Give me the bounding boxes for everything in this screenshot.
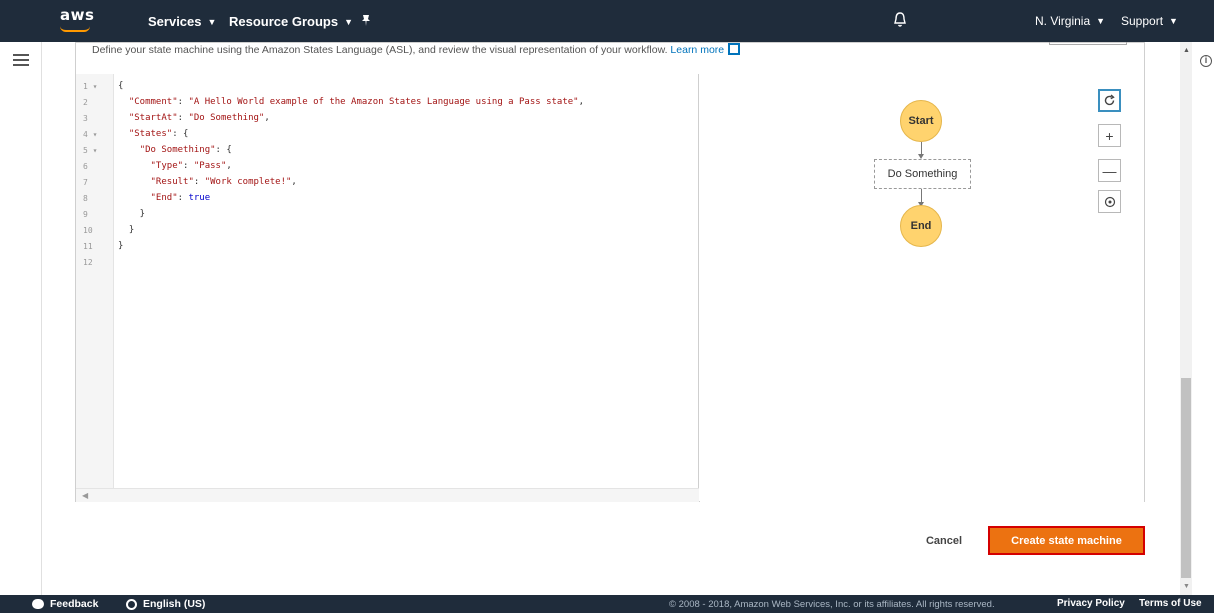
create-state-machine-button[interactable]: Create state machine <box>988 526 1145 555</box>
zoom-out-icon: — <box>1102 162 1117 179</box>
services-label: Services <box>148 14 202 29</box>
code-line: } <box>118 225 135 235</box>
line-number: 6 <box>83 162 88 171</box>
zoom-out-button[interactable]: — <box>1098 159 1121 182</box>
line-number: 10 <box>83 226 93 235</box>
code-line: "Do Something": { <box>139 145 232 155</box>
cancel-button[interactable]: Cancel <box>912 528 976 554</box>
scroll-down-icon[interactable]: ▼ <box>1183 583 1190 590</box>
scrollbar-thumb[interactable] <box>1181 378 1191 578</box>
code-line: "Type": "Pass", <box>150 161 232 171</box>
language-selector[interactable]: English (US) <box>126 598 205 610</box>
left-rail <box>0 42 42 595</box>
terms-of-use-link[interactable]: Terms of Use <box>1139 598 1202 609</box>
code-line: "States": { <box>128 129 189 139</box>
support-label: Support <box>1121 14 1164 28</box>
description-text: Define your state machine using the Amaz… <box>92 44 668 56</box>
bell-icon[interactable] <box>891 11 909 29</box>
top-navigation-bar: aws Services ▼ Resource Groups ▼ N. Virg… <box>0 0 1214 42</box>
line-number: 8 <box>83 194 88 203</box>
external-link-icon <box>728 43 741 55</box>
zoom-in-icon: + <box>1105 127 1114 144</box>
privacy-policy-link[interactable]: Privacy Policy <box>1057 598 1125 609</box>
page-scrollbar[interactable]: ▲ ▼ <box>1180 42 1192 595</box>
editor-horizontal-scrollbar[interactable]: ◀ <box>76 488 699 502</box>
chevron-down-icon: ▼ <box>1169 16 1178 26</box>
refresh-button[interactable] <box>1098 89 1121 112</box>
footer-bar: Feedback English (US) © 2008 - 2018, Ama… <box>0 595 1214 613</box>
aws-logo[interactable]: aws <box>60 6 94 24</box>
support-menu[interactable]: Support ▼ <box>1121 14 1178 28</box>
code-line: { <box>118 81 124 91</box>
line-number: 12 <box>83 258 93 267</box>
line-number-gutter: 1 ▾ 2 3 4 ▾ 5 ▾ 6 7 8 9 10 11 12 <box>76 74 114 488</box>
workflow-graph[interactable]: Start Do Something End + — <box>700 74 1144 502</box>
start-node[interactable]: Start <box>900 100 942 142</box>
globe-icon <box>126 598 137 610</box>
scroll-up-icon[interactable]: ▲ <box>1183 47 1190 54</box>
learn-more-link[interactable]: Learn more <box>670 44 724 56</box>
line-number: 2 <box>83 98 88 107</box>
language-label: English (US) <box>143 598 206 610</box>
code-line: "Comment": "A Hello World example of the… <box>128 97 585 107</box>
partial-button[interactable] <box>1049 42 1127 45</box>
resource-groups-menu[interactable]: Resource Groups ▼ <box>229 14 353 29</box>
refresh-icon <box>1104 94 1115 106</box>
definition-description: Define your state machine using the Amaz… <box>92 43 741 56</box>
line-number: 4 ▾ <box>83 130 98 139</box>
chevron-down-icon: ▼ <box>207 16 217 27</box>
info-icon[interactable]: i <box>1200 55 1212 67</box>
feedback-link[interactable]: Feedback <box>32 598 98 610</box>
code-line: } <box>118 241 124 251</box>
region-label: N. Virginia <box>1035 14 1091 28</box>
zoom-in-button[interactable]: + <box>1098 124 1121 147</box>
code-line: "End": true <box>150 193 211 203</box>
menu-icon[interactable] <box>13 54 29 66</box>
center-button[interactable] <box>1098 190 1121 213</box>
code-line: } <box>118 209 146 219</box>
line-number: 7 <box>83 178 88 187</box>
feedback-icon <box>32 599 44 609</box>
do-something-node[interactable]: Do Something <box>874 159 971 189</box>
line-number: 1 ▾ <box>83 82 98 91</box>
feedback-label: Feedback <box>50 598 99 610</box>
scroll-left-icon[interactable]: ◀ <box>82 491 88 500</box>
code-line: "StartAt": "Do Something", <box>128 113 270 123</box>
region-selector[interactable]: N. Virginia ▼ <box>1035 14 1105 28</box>
code-line: "Result": "Work complete!", <box>150 177 297 187</box>
aws-logo-smile <box>60 26 90 32</box>
pin-icon[interactable] <box>360 14 372 27</box>
center-icon <box>1104 196 1115 207</box>
line-number: 3 <box>83 114 88 123</box>
copyright-text: © 2008 - 2018, Amazon Web Services, Inc.… <box>669 599 995 610</box>
right-rail <box>1193 42 1214 595</box>
line-number: 5 ▾ <box>83 146 98 155</box>
chevron-down-icon: ▼ <box>1096 16 1106 26</box>
end-node[interactable]: End <box>900 205 942 247</box>
chevron-down-icon: ▼ <box>344 16 354 27</box>
line-number: 11 <box>83 242 93 251</box>
resource-groups-label: Resource Groups <box>229 14 339 29</box>
services-menu[interactable]: Services ▼ <box>148 14 216 29</box>
line-number: 9 <box>83 210 88 219</box>
code-editor[interactable]: 1 ▾ 2 3 4 ▾ 5 ▾ 6 7 8 9 10 11 12 { "Comm… <box>76 74 699 502</box>
